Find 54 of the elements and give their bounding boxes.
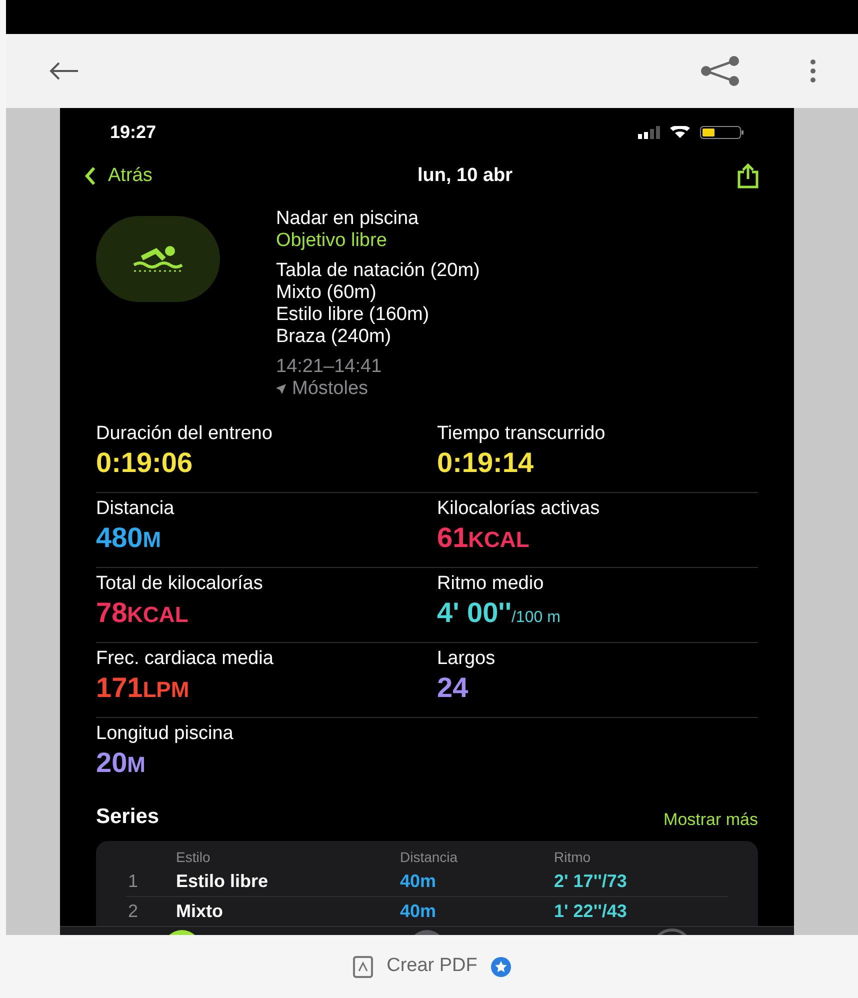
metric-label: Ritmo medio bbox=[437, 572, 545, 596]
metric-label: Tiempo transcurrido bbox=[437, 422, 606, 446]
metric-value: 4' 00''/100 m bbox=[437, 596, 562, 630]
more-menu-icon[interactable] bbox=[810, 59, 816, 83]
column-header: Distancia bbox=[400, 848, 459, 866]
stroke-summary: Mixto (60m) bbox=[276, 282, 378, 304]
pace-cell-text: 2' 17''/73 bbox=[554, 870, 628, 893]
workout-goal: Objetivo libre bbox=[276, 230, 388, 252]
show-more-link[interactable]: Mostrar más bbox=[664, 807, 758, 832]
create-pdf-button[interactable]: Crear PDF bbox=[352, 952, 478, 981]
metric-label: Total de kilocalorías bbox=[96, 572, 264, 596]
metric-value: 0:19:06 bbox=[96, 446, 194, 480]
metric-label: Kilocalorías activas bbox=[437, 497, 601, 521]
chevron-left-icon bbox=[84, 166, 96, 186]
metric-label: Distancia bbox=[96, 497, 176, 521]
status-time: 19:27 bbox=[110, 120, 156, 144]
column-header: Ritmo bbox=[554, 848, 592, 866]
pdf-icon bbox=[352, 956, 373, 978]
back-button[interactable]: Atrás bbox=[84, 162, 284, 190]
stroke-summary: Braza (240m) bbox=[276, 326, 392, 348]
metric-value: 20M bbox=[96, 746, 146, 780]
stroke-cell-text: Mixto bbox=[176, 900, 224, 922]
metric-value: 0:19:14 bbox=[437, 446, 535, 480]
swimmer-icon bbox=[132, 244, 184, 274]
stroke-summary: Tabla de natación (20m) bbox=[276, 260, 480, 282]
metric-label: Longitud piscina bbox=[96, 722, 234, 746]
stroke-cell-text: Estilo libre bbox=[176, 870, 270, 893]
back-arrow-icon[interactable] bbox=[48, 61, 80, 81]
workout-title: Nadar en piscina bbox=[276, 208, 420, 230]
row-number: 2 bbox=[127, 900, 140, 922]
stroke-summary: Estilo libre (160m) bbox=[276, 304, 430, 326]
column-header: Estilo bbox=[176, 848, 212, 866]
share-icon[interactable] bbox=[736, 163, 760, 189]
distance-cell-text: 40m bbox=[400, 870, 438, 893]
metric-label: Frec. cardiaca media bbox=[96, 647, 274, 671]
metric-label: Duración del entreno bbox=[96, 422, 274, 446]
metric-value: 78KCAL bbox=[96, 596, 190, 630]
date-title: lun, 10 abr bbox=[416, 164, 514, 188]
location: Móstoles bbox=[292, 378, 368, 400]
battery-icon bbox=[700, 126, 744, 138]
signal-icon bbox=[638, 126, 660, 138]
metric-value: 61KCAL bbox=[437, 521, 530, 555]
location-arrow-icon bbox=[276, 384, 286, 394]
row-number: 1 bbox=[127, 870, 140, 893]
pace-cell-text: 1' 22''/43 bbox=[554, 900, 628, 922]
star-badge-icon bbox=[491, 956, 512, 976]
series-title: Series bbox=[96, 804, 160, 830]
metric-value: 480M bbox=[96, 521, 162, 555]
metric-value: 24 bbox=[437, 671, 470, 705]
time-range: 14:21–14:41 bbox=[276, 356, 383, 378]
metric-label: Largos bbox=[437, 647, 496, 671]
wifi-icon bbox=[670, 126, 690, 138]
metric-value: 171LPM bbox=[96, 671, 190, 705]
distance-cell-text: 40m bbox=[400, 900, 438, 922]
